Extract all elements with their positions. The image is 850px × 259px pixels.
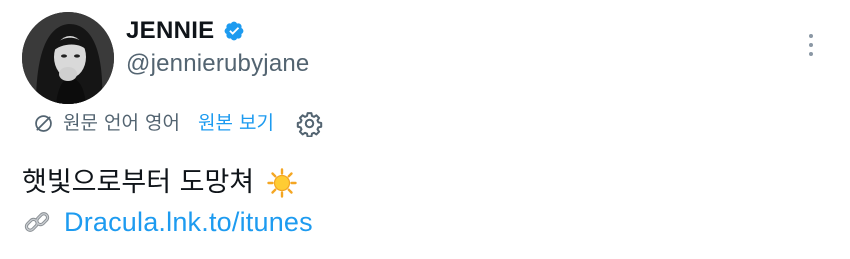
- tweet-text-body: 햇빛으로부터 도망쳐: [22, 167, 255, 198]
- user-name-row[interactable]: JENNIE: [126, 17, 245, 45]
- more-options-button[interactable]: [800, 28, 822, 62]
- more-dot: [809, 43, 813, 47]
- translation-note: 원문 언어 영어: [63, 112, 180, 134]
- tweet-card: JENNIE @jennierubyjane 원문 언어 영어 원본 보기 햇빛…: [0, 0, 850, 259]
- verified-badge-icon: [224, 21, 243, 41]
- avatar[interactable]: [22, 12, 114, 104]
- more-dot: [809, 52, 813, 56]
- sun-icon: [267, 168, 297, 198]
- more-dot: [809, 34, 813, 38]
- display-name[interactable]: JENNIE: [126, 17, 215, 45]
- gear-icon[interactable]: [296, 110, 323, 137]
- translation-bar: 원문 언어 영어 원본 보기: [33, 109, 323, 137]
- tweet-link-row: Dracula.lnk.to/itunes: [22, 203, 313, 241]
- no-translate-icon: [35, 114, 52, 132]
- user-handle[interactable]: @jennierubyjane: [126, 50, 309, 78]
- tweet-text: 햇빛으로부터 도망쳐: [22, 165, 298, 201]
- show-original-link[interactable]: 원본 보기: [198, 109, 274, 137]
- link-icon: [24, 212, 50, 232]
- avatar-photo: [22, 12, 114, 104]
- tweet-link[interactable]: Dracula.lnk.to/itunes: [64, 203, 313, 241]
